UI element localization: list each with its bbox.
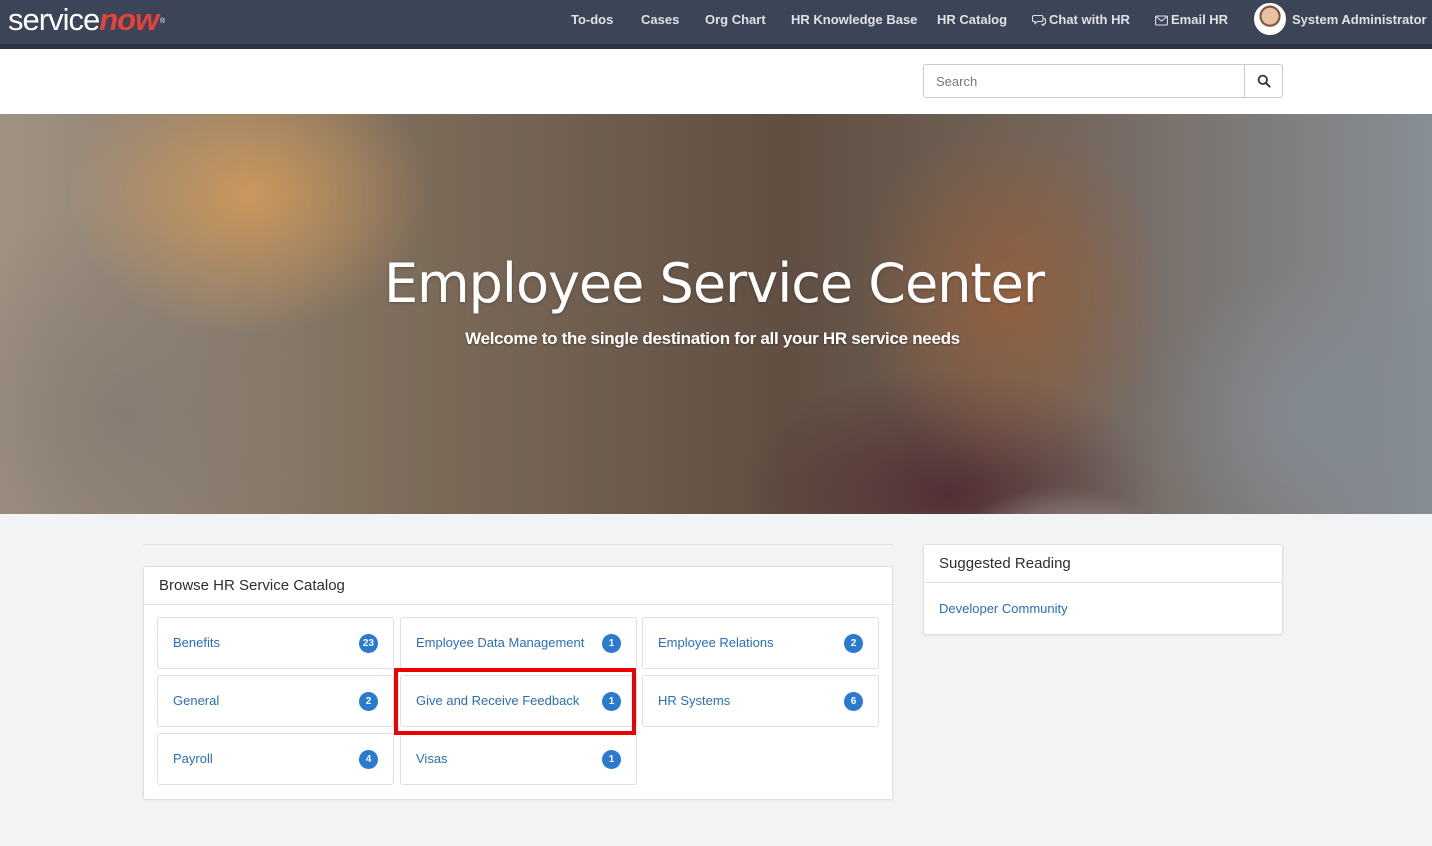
catalog-item-label: HR Systems <box>658 693 731 708</box>
catalog-item-label: Employee Data Management <box>416 635 585 650</box>
catalog-item-visas[interactable]: Visas 1 <box>400 733 637 785</box>
catalog-item-employee-relations[interactable]: Employee Relations 2 <box>642 617 879 669</box>
catalog-item-payroll[interactable]: Payroll 4 <box>157 733 394 785</box>
catalog-item-label: Give and Receive Feedback <box>416 693 580 708</box>
user-avatar[interactable] <box>1254 3 1286 35</box>
catalog-item-label: General <box>173 693 220 708</box>
hero-banner: Employee Service Center Welcome to the s… <box>0 114 1432 514</box>
catalog-item-give-and-receive-feedback[interactable]: Give and Receive Feedback 1 <box>400 675 637 727</box>
catalog-item-label: Benefits <box>173 635 220 650</box>
catalog-heading: Browse HR Service Catalog <box>144 567 892 605</box>
user-menu[interactable]: System Administrator <box>1292 0 1427 40</box>
search-button[interactable] <box>1244 64 1283 98</box>
count-badge: 2 <box>844 634 863 653</box>
count-badge: 4 <box>359 750 378 769</box>
count-badge: 1 <box>602 750 621 769</box>
nav-chat-with-hr[interactable]: Chat with HR <box>1031 0 1130 40</box>
catalog-item-hr-systems[interactable]: HR Systems 6 <box>642 675 879 727</box>
nav-todos[interactable]: To-dos <box>571 0 613 40</box>
nav-hr-catalog[interactable]: HR Catalog <box>937 0 1007 40</box>
nav-chat-label: Chat with HR <box>1049 12 1130 27</box>
count-badge: 6 <box>844 692 863 711</box>
catalog-item-label: Visas <box>416 751 448 766</box>
chat-icon <box>1031 14 1047 27</box>
section-divider <box>143 544 893 545</box>
catalog-item-label: Payroll <box>173 751 213 766</box>
nav-org-chart[interactable]: Org Chart <box>705 0 766 40</box>
suggested-reading-heading: Suggested Reading <box>924 545 1282 583</box>
nav-cases[interactable]: Cases <box>641 0 679 40</box>
count-badge: 2 <box>359 692 378 711</box>
nav-email-label: Email HR <box>1171 12 1229 27</box>
nav-email-hr[interactable]: Email HR <box>1155 0 1228 40</box>
count-badge: 23 <box>358 634 378 653</box>
envelope-icon <box>1155 15 1168 26</box>
hero-subtitle: Welcome to the single destination for al… <box>465 329 960 348</box>
search-input[interactable] <box>923 64 1245 98</box>
hero-title: Employee Service Center <box>383 252 1045 315</box>
nav-hr-knowledge-base[interactable]: HR Knowledge Base <box>791 0 917 40</box>
suggested-reading-panel: Suggested Reading Developer Community <box>923 544 1283 635</box>
catalog-item-general[interactable]: General 2 <box>157 675 394 727</box>
logo-text-service: service <box>8 2 100 37</box>
count-badge: 1 <box>602 692 621 711</box>
logo-text-now: now <box>99 2 159 37</box>
catalog-item-benefits[interactable]: Benefits 23 <box>157 617 394 669</box>
catalog-item-label: Employee Relations <box>658 635 774 650</box>
developer-community-link[interactable]: Developer Community <box>939 601 1068 616</box>
servicenow-logo[interactable]: servicenow ® <box>8 0 165 40</box>
catalog-item-employee-data-management[interactable]: Employee Data Management 1 <box>400 617 637 669</box>
search-icon <box>1257 74 1271 88</box>
count-badge: 1 <box>602 634 621 653</box>
